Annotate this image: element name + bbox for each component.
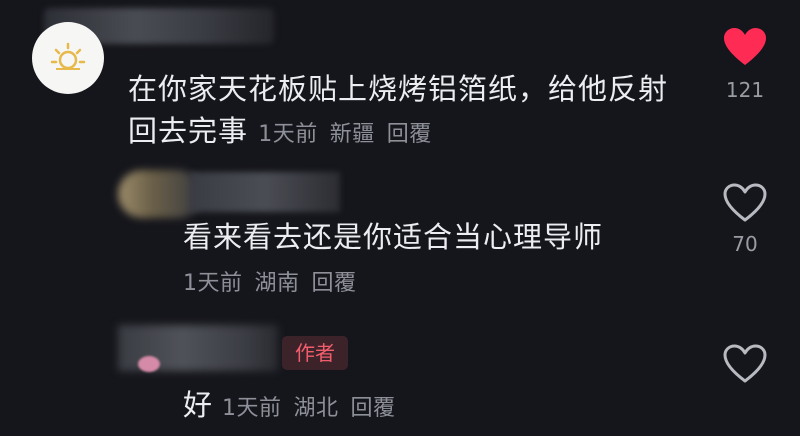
comment-body: 好 1天前 湖北 回覆 xyxy=(183,384,408,431)
avatar-decoration xyxy=(138,356,160,372)
comment-text: 好 xyxy=(183,388,213,422)
heart-outline-icon[interactable] xyxy=(722,182,768,224)
like-count: 121 xyxy=(725,78,765,102)
comment-meta: 1天前 湖北 回覆 xyxy=(222,396,408,421)
comment-location: 湖南 xyxy=(254,271,300,296)
comment-time: 1天前 xyxy=(258,122,318,147)
comment-meta: 1天前 湖南 回覆 xyxy=(183,268,369,300)
comment-list: 在你家天花板贴上烧烤铝箔纸，给他反射回去完事 1天前 新疆 回覆 121 看来看去还… xyxy=(0,0,800,436)
avatar[interactable] xyxy=(32,22,104,94)
heart-outline-icon[interactable] xyxy=(722,343,768,385)
comment-body: 在你家天花板贴上烧烤铝箔纸，给他反射回去完事 1天前 新疆 回覆 xyxy=(128,68,688,156)
comment-meta: 1天前 新疆 回覆 xyxy=(258,122,444,147)
comment-text: 看来看去还是你适合当心理导师 xyxy=(183,220,604,254)
like-count: 70 xyxy=(732,232,758,256)
reply-button[interactable]: 回覆 xyxy=(387,122,432,147)
username-blurred xyxy=(190,172,340,212)
comment-location: 新疆 xyxy=(329,122,375,147)
author-badge: 作者 xyxy=(282,336,348,370)
heart-icon[interactable] xyxy=(722,26,768,68)
comment-time: 1天前 xyxy=(183,271,243,296)
sun-icon xyxy=(50,42,86,70)
reply-button[interactable]: 回覆 xyxy=(351,396,396,421)
comment-time: 1天前 xyxy=(222,396,282,421)
comment-location: 湖北 xyxy=(293,396,339,421)
reply-button[interactable]: 回覆 xyxy=(312,271,357,296)
